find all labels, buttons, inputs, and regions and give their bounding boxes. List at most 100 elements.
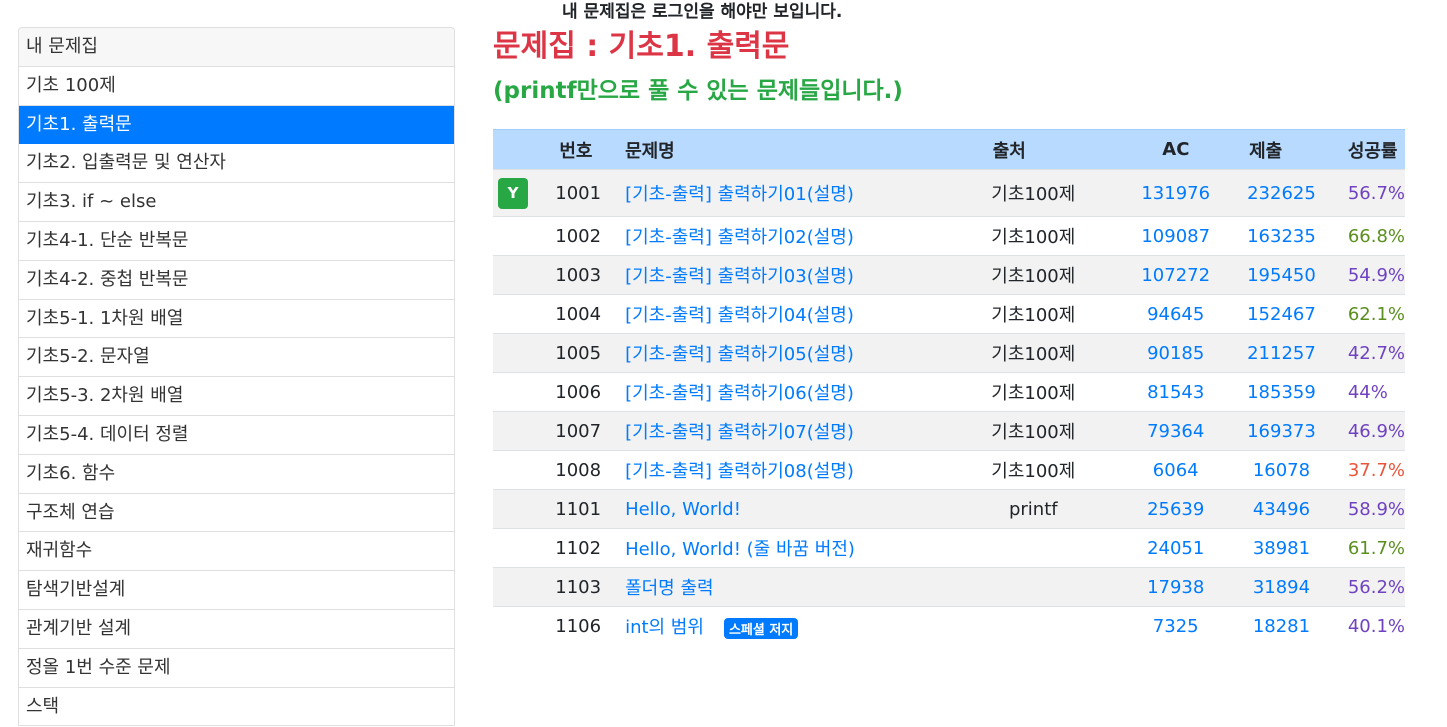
table-row: 1004 [기초-출력] 출력하기04(설명) 기초100제 94645 152467 6… <box>493 294 1405 334</box>
submit-count[interactable]: 195450 <box>1227 255 1336 295</box>
table-header-row: 번호 문제명 출처 AC 제출 성공률 <box>493 129 1405 170</box>
status-cell <box>493 216 533 256</box>
login-notice: 내 문제집은 로그인을 해야만 보입니다. <box>562 2 843 22</box>
submit-count[interactable]: 43496 <box>1227 489 1336 529</box>
sidebar-item[interactable]: 탐색기반설계 <box>19 571 454 610</box>
ac-count[interactable]: 17938 <box>1124 567 1228 607</box>
table-row: 1005 [기초-출력] 출력하기05(설명) 기초100제 90185 211257 4… <box>493 333 1405 373</box>
submit-count[interactable]: 169373 <box>1227 411 1336 451</box>
success-rate: 56.7% <box>1335 169 1405 217</box>
problem-title-cell: [기초-출력] 출력하기06(설명) <box>609 372 943 412</box>
problem-source <box>942 528 1125 568</box>
problem-link[interactable]: 폴더명 출력 <box>625 578 714 599</box>
success-rate: 54.9% <box>1335 255 1405 295</box>
sidebar-item[interactable]: 기초6. 함수 <box>19 455 454 494</box>
problem-title-cell: Hello, World! (줄 바꿈 버전) <box>609 528 943 568</box>
problem-source: 기초100제 <box>942 255 1125 295</box>
status-cell <box>493 294 533 334</box>
sidebar-item[interactable]: 정올 1번 수준 문제 <box>19 649 454 688</box>
header-status <box>493 129 533 170</box>
sidebar-item[interactable]: 기초4-1. 단순 반복문 <box>19 222 454 261</box>
header-ac[interactable]: AC <box>1124 129 1228 170</box>
problem-title-cell: Hello, World! <box>609 489 943 529</box>
problem-link[interactable]: [기초-출력] 출력하기01(설명) <box>625 184 854 205</box>
sidebar-item[interactable]: 기초1. 출력문 <box>19 105 454 145</box>
table-row: 1103 폴더명 출력 17938 31894 56.2% <box>493 567 1405 607</box>
submit-count[interactable]: 16078 <box>1227 450 1336 490</box>
submit-count[interactable]: 152467 <box>1227 294 1336 334</box>
header-source[interactable]: 출처 <box>942 129 1125 170</box>
ac-count[interactable]: 6064 <box>1124 450 1228 490</box>
success-rate: 40.1% <box>1335 606 1405 646</box>
problem-number: 1008 <box>532 450 610 490</box>
ac-count[interactable]: 7325 <box>1124 606 1228 646</box>
submit-count[interactable]: 232625 <box>1227 169 1336 217</box>
status-cell <box>493 567 533 607</box>
ac-count[interactable]: 131976 <box>1124 169 1228 217</box>
problem-link[interactable]: [기초-출력] 출력하기06(설명) <box>625 383 854 404</box>
problem-link[interactable]: int의 범위 <box>625 617 704 638</box>
ac-count[interactable]: 109087 <box>1124 216 1228 256</box>
problem-title-cell: [기초-출력] 출력하기03(설명) <box>609 255 943 295</box>
sidebar-item[interactable]: 기초5-1. 1차원 배열 <box>19 300 454 339</box>
problem-source: 기초100제 <box>942 216 1125 256</box>
table-row: 1102 Hello, World! (줄 바꿈 버전) 24051 38981 61.… <box>493 528 1405 568</box>
header-submit[interactable]: 제출 <box>1227 129 1336 170</box>
problem-link[interactable]: Hello, World! (줄 바꿈 버전) <box>625 539 855 560</box>
sidebar-item[interactable]: 스택 <box>19 688 454 727</box>
success-rate: 62.1% <box>1335 294 1405 334</box>
problem-link[interactable]: [기초-출력] 출력하기08(설명) <box>625 461 854 482</box>
sidebar-item[interactable]: 기초2. 입출력문 및 연산자 <box>19 144 454 184</box>
header-title[interactable]: 문제명 <box>609 129 943 170</box>
problem-title-cell: [기초-출력] 출력하기02(설명) <box>609 216 943 256</box>
sidebar-item[interactable]: 기초4-2. 중첩 반복문 <box>19 261 454 300</box>
problem-number: 1003 <box>532 255 610 295</box>
problem-source: 기초100제 <box>942 169 1125 217</box>
problem-link[interactable]: [기초-출력] 출력하기07(설명) <box>625 422 854 443</box>
submit-count[interactable]: 163235 <box>1227 216 1336 256</box>
status-cell <box>493 450 533 490</box>
header-rate[interactable]: 성공률 <box>1335 129 1405 170</box>
header-number[interactable]: 번호 <box>532 129 610 170</box>
submit-count[interactable]: 18281 <box>1227 606 1336 646</box>
problem-source: 기초100제 <box>942 333 1125 373</box>
problem-source: 기초100제 <box>942 450 1125 490</box>
sidebar-item[interactable]: 내 문제집 <box>19 28 454 67</box>
problem-link[interactable]: [기초-출력] 출력하기02(설명) <box>625 227 854 248</box>
ac-count[interactable]: 79364 <box>1124 411 1228 451</box>
submit-count[interactable]: 185359 <box>1227 372 1336 412</box>
problem-number: 1106 <box>532 606 610 646</box>
success-rate: 66.8% <box>1335 216 1405 256</box>
sidebar-item[interactable]: 구조체 연습 <box>19 494 454 533</box>
submit-count[interactable]: 31894 <box>1227 567 1336 607</box>
sidebar-item[interactable]: 기초5-2. 문자열 <box>19 338 454 378</box>
sidebar-item[interactable]: 기초3. if ~ else <box>19 183 454 222</box>
problem-link[interactable]: [기초-출력] 출력하기05(설명) <box>625 344 854 365</box>
ac-count[interactable]: 24051 <box>1124 528 1228 568</box>
success-rate: 42.7% <box>1335 333 1405 373</box>
sidebar-item[interactable]: 기초5-3. 2차원 배열 <box>19 377 454 416</box>
problem-link[interactable]: Hello, World! <box>625 499 741 520</box>
ac-count[interactable]: 94645 <box>1124 294 1228 334</box>
success-rate: 56.2% <box>1335 567 1405 607</box>
status-cell <box>493 528 533 568</box>
ac-count[interactable]: 81543 <box>1124 372 1228 412</box>
table-row: 1007 [기초-출력] 출력하기07(설명) 기초100제 79364 169373 4… <box>493 411 1405 451</box>
problem-number: 1006 <box>532 372 610 412</box>
sidebar-item[interactable]: 관계기반 설계 <box>19 610 454 649</box>
ac-count[interactable]: 90185 <box>1124 333 1228 373</box>
submit-count[interactable]: 38981 <box>1227 528 1336 568</box>
sidebar-item[interactable]: 재귀함수 <box>19 532 454 572</box>
problem-link[interactable]: [기초-출력] 출력하기03(설명) <box>625 266 854 287</box>
problem-title-cell: [기초-출력] 출력하기05(설명) <box>609 333 943 373</box>
problem-link[interactable]: [기초-출력] 출력하기04(설명) <box>625 305 854 326</box>
problem-table: 번호 문제명 출처 AC 제출 성공률 Y 1001 [기초-출력] 출력하기01(… <box>493 129 1405 646</box>
sidebar-item[interactable]: 기초 100제 <box>19 67 454 106</box>
sidebar-item[interactable]: 기초5-4. 데이터 정렬 <box>19 416 454 455</box>
page-subtitle: (printf만으로 풀 수 있는 문제들입니다.) <box>493 78 903 104</box>
problem-number: 1102 <box>532 528 610 568</box>
success-rate: 58.9% <box>1335 489 1405 529</box>
ac-count[interactable]: 25639 <box>1124 489 1228 529</box>
submit-count[interactable]: 211257 <box>1227 333 1336 373</box>
ac-count[interactable]: 107272 <box>1124 255 1228 295</box>
